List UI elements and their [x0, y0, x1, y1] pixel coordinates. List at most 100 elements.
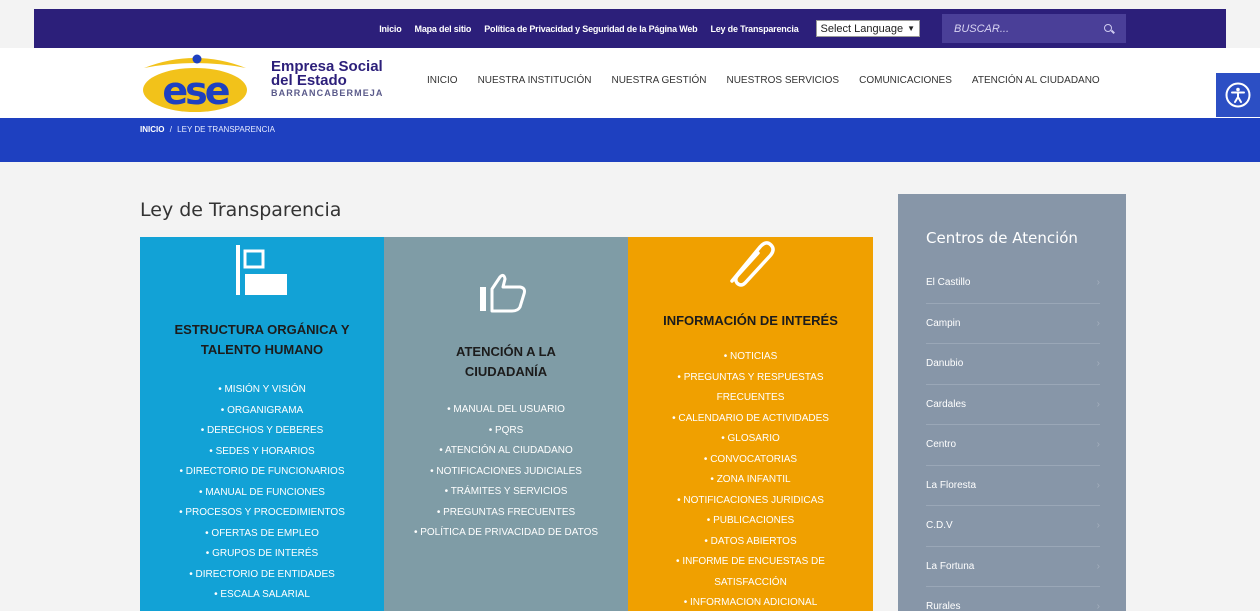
card-link-politica-privacidad[interactable]: POLÍTICA DE PRIVACIDAD DE DATOS [384, 523, 628, 544]
card-link-directorio-funcionarios[interactable]: DIRECTORIO DE FUNCIONARIOS [140, 462, 384, 483]
language-select-value: Select Language [820, 22, 904, 35]
card-link-calendario[interactable]: CALENDARIO DE ACTIVIDADES [628, 409, 873, 430]
card-links: MISIÓN Y VISIÓN ORGANIGRAMA DERECHOS Y D… [140, 380, 384, 606]
card-title-block: ESTRUCTURA ORGÁNICA Y TALENTO HUMANO [140, 320, 384, 360]
search-input[interactable] [954, 22, 1084, 35]
top-link-ley-transparencia[interactable]: Ley de Transparencia [710, 24, 798, 34]
top-links: Inicio Mapa del sitio Política de Privac… [379, 9, 1226, 48]
search-box [942, 14, 1126, 43]
card-link-mision-vision[interactable]: MISIÓN Y VISIÓN [140, 380, 384, 401]
card-title: ATENCIÓN A LA CIUDADANÍA [384, 342, 628, 382]
card-link-preguntas-frecuentes[interactable]: PREGUNTAS FRECUENTES [384, 503, 628, 524]
card-informacion-interes: INFORMACIÓN DE INTERÉS NOTICIAS PREGUNTA… [628, 237, 873, 611]
card-links: MANUAL DEL USUARIO PQRS ATENCIÓN AL CIUD… [384, 400, 628, 544]
brand-line-3: BARRANCABERMEJA [271, 88, 384, 98]
card-link-convocatorias[interactable]: CONVOCATORIAS [628, 450, 873, 471]
chevron-right-icon: › [1096, 398, 1100, 410]
card-link-zona-infantil[interactable]: ZONA INFANTIL [628, 470, 873, 491]
card-title-line: ATENCIÓN A LA [456, 344, 556, 359]
logo-ese-text: ese [162, 69, 228, 113]
breadcrumb-separator: / [169, 125, 172, 134]
sidebar-item-danubio[interactable]: Danubio › [926, 344, 1100, 385]
nav-nuestra-institucion[interactable]: NUESTRA INSTITUCIÓN [478, 75, 592, 86]
nav-inicio[interactable]: INICIO [427, 75, 458, 86]
sidebar-item-cardales[interactable]: Cardales › [926, 385, 1100, 425]
accessibility-button[interactable] [1216, 73, 1260, 117]
card-atencion-ciudadania: ATENCIÓN A LA CIUDADANÍA MANUAL DEL USUA… [384, 237, 628, 611]
card-title: INFORMACIÓN DE INTERÉS [663, 313, 838, 328]
nav-nuestra-gestion[interactable]: NUESTRA GESTIÓN [611, 75, 706, 86]
nav-nuestros-servicios[interactable]: NUESTROS SERVICIOS [726, 75, 839, 86]
card-link-notificaciones-judiciales[interactable]: NOTIFICACIONES JUDICIALES [384, 462, 628, 483]
card-estructura-organica: ESTRUCTURA ORGÁNICA Y TALENTO HUMANO MIS… [140, 237, 384, 611]
top-link-inicio[interactable]: Inicio [379, 24, 402, 34]
nav-atencion-al-ciudadano[interactable]: ATENCIÓN AL CIUDADANO [972, 75, 1100, 86]
top-link-mapa-del-sitio[interactable]: Mapa del sitio [415, 24, 472, 34]
language-select[interactable]: Select Language ▼ [815, 20, 920, 37]
card-title-line: TALENTO HUMANO [200, 342, 324, 357]
chevron-right-icon: › [1096, 479, 1100, 491]
card-link-notificaciones-juridicas[interactable]: NOTIFICACIONES JURIDICAS [628, 491, 873, 512]
card-link-datos-abiertos[interactable]: DATOS ABIERTOS [628, 532, 873, 553]
card-link-grupos-interes[interactable]: GRUPOS DE INTERÉS [140, 544, 384, 565]
sidebar-item-campin[interactable]: Campin › [926, 304, 1100, 344]
sidebar-item-label: Centro [926, 439, 957, 451]
sidebar-centros: Centros de Atención El Castillo › Campin ›… [898, 194, 1126, 611]
nav-comunicaciones[interactable]: COMUNICACIONES [859, 75, 952, 86]
card-title: ESTRUCTURA ORGÁNICA Y TALENTO HUMANO [140, 320, 384, 360]
card-link-publicaciones[interactable]: PUBLICACIONES [628, 511, 873, 532]
ese-logo[interactable]: ese [140, 52, 250, 114]
sidebar-item-label: Rurales [926, 601, 961, 611]
sidebar-item-cdv[interactable]: C.D.V › [926, 506, 1100, 547]
card-link-derechos-deberes[interactable]: DERECHOS Y DEBERES [140, 421, 384, 442]
card-link-pqrs[interactable]: PQRS [384, 421, 628, 442]
breadcrumb-current: LEY DE TRANSPARENCIA [177, 125, 275, 134]
search-icon[interactable] [1104, 23, 1114, 34]
card-title-block: INFORMACIÓN DE INTERÉS [628, 311, 873, 331]
card-title-line: CIUDADANÍA [464, 364, 548, 379]
thumbs-up-icon [480, 273, 526, 313]
card-link-glosario[interactable]: GLOSARIO [628, 429, 873, 450]
sidebar-item-la-fortuna[interactable]: La Fortuna › [926, 547, 1100, 587]
card-link-sedes-horarios[interactable]: SEDES Y HORARIOS [140, 442, 384, 463]
card-link-manual-funciones[interactable]: MANUAL DE FUNCIONES [140, 483, 384, 504]
card-link-preguntas-respuestas[interactable]: PREGUNTAS Y RESPUESTAS FRECUENTES [628, 368, 873, 409]
card-link-directorio-entidades[interactable]: DIRECTORIO DE ENTIDADES [140, 565, 384, 586]
card-link-informe-encuestas[interactable]: INFORME DE ENCUESTAS DE SATISFACCIÓN [628, 552, 873, 593]
sidebar-item-label: Danubio [926, 358, 964, 370]
card-link-tramites-servicios[interactable]: TRÁMITES Y SERVICIOS [384, 482, 628, 503]
sidebar-item-label: C.D.V [926, 520, 953, 532]
chevron-right-icon: › [1096, 277, 1100, 289]
chevron-right-icon: › [1096, 439, 1100, 451]
card-link-manual-usuario[interactable]: MANUAL DEL USUARIO [384, 400, 628, 421]
card-link-ofertas-empleo[interactable]: OFERTAS DE EMPLEO [140, 524, 384, 545]
main-nav: INICIO NUESTRA INSTITUCIÓN NUESTRA GESTI… [417, 48, 1110, 112]
sidebar-item-el-castillo[interactable]: El Castillo › [926, 263, 1100, 304]
card-link-organigrama[interactable]: ORGANIGRAMA [140, 401, 384, 422]
sidebar-item-label: Cardales [926, 398, 967, 410]
card-title-block: ATENCIÓN A LA CIUDADANÍA [384, 342, 628, 382]
card-link-informacion-adicional[interactable]: INFORMACION ADICIONAL [628, 593, 873, 611]
paperclip-icon [730, 241, 775, 287]
card-link-procesos-procedimientos[interactable]: PROCESOS Y PROCEDIMIENTOS [140, 503, 384, 524]
card-link-noticias[interactable]: NOTICIAS [628, 347, 873, 368]
sidebar-list: El Castillo › Campin › Danubio › Cardales › … [926, 263, 1100, 611]
card-link-atencion-ciudadano[interactable]: ATENCIÓN AL CIUDADANO [384, 441, 628, 462]
site-header: ese Empresa Social del Estado BARRANCABE… [0, 48, 1260, 118]
card-link-escala-salarial[interactable]: ESCALA SALARIAL [140, 585, 384, 606]
breadcrumb: INICIO / LEY DE TRANSPARENCIA [140, 125, 275, 134]
chevron-right-icon: › [1096, 317, 1100, 329]
sidebar-item-centro[interactable]: Centro › [926, 425, 1100, 466]
sidebar-item-rurales[interactable]: Rurales › [926, 587, 1100, 611]
brand-line-2: del Estado [271, 72, 347, 89]
brand-name: Empresa Social del Estado BARRANCABERMEJ… [271, 59, 384, 99]
sidebar-item-label: La Floresta [926, 479, 977, 491]
top-bar: Inicio Mapa del sitio Política de Privac… [34, 9, 1226, 48]
top-link-privacidad[interactable]: Política de Privacidad y Seguridad de la… [484, 24, 697, 34]
chevron-right-icon: › [1096, 560, 1100, 572]
card-title-line: ESTRUCTURA ORGÁNICA Y [174, 322, 350, 337]
accessibility-icon [1225, 82, 1251, 108]
sidebar-item-la-floresta[interactable]: La Floresta › [926, 466, 1100, 506]
chevron-right-icon: › [1096, 520, 1100, 532]
breadcrumb-home[interactable]: INICIO [140, 125, 164, 134]
